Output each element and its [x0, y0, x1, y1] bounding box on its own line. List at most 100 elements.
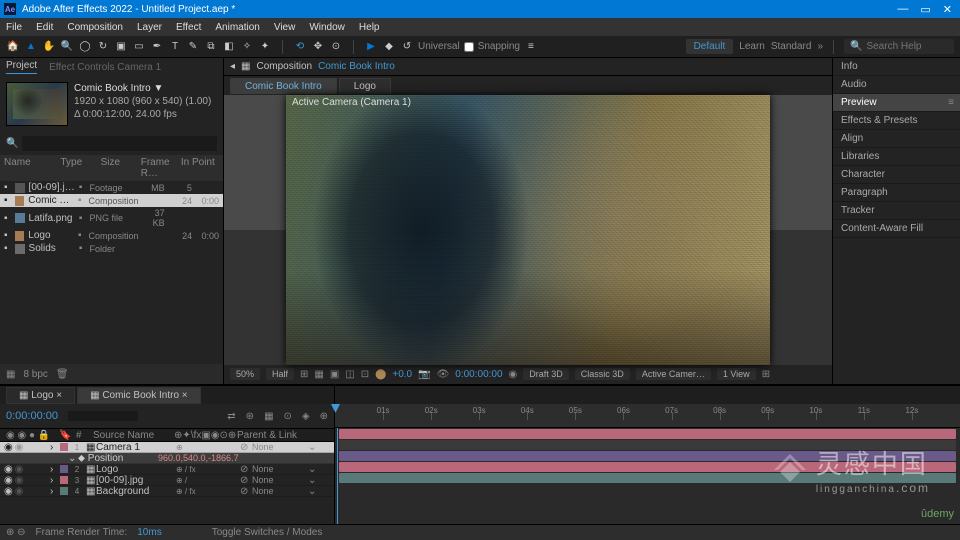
tab-project[interactable]: Project — [6, 60, 37, 74]
panel-preview[interactable]: Preview — [833, 94, 960, 112]
panel-audio[interactable]: Audio — [833, 76, 960, 94]
layer-bar[interactable] — [339, 451, 956, 461]
channel-icon[interactable]: ⬤ — [375, 369, 386, 380]
search-box[interactable]: 🔍 — [844, 39, 954, 54]
workspace-standard-button[interactable]: Standard — [771, 41, 812, 52]
project-list[interactable]: ▪[00-09].jpg▪FootageMB5▪Comic B…Intro▪Co… — [0, 181, 223, 364]
timeline-search-input[interactable] — [68, 411, 138, 421]
views-dropdown[interactable]: 1 View — [717, 368, 756, 380]
fast-preview-icon[interactable]: ⊞ — [300, 369, 308, 380]
timeline-tab[interactable]: ▦ Logo × — [6, 387, 75, 404]
project-item[interactable]: ▪Latifa.png▪PNG file37 KB — [0, 207, 223, 229]
panel-libraries[interactable]: Libraries — [833, 148, 960, 166]
project-item[interactable]: ▪Comic B…Intro▪Composition240:00 — [0, 194, 223, 207]
pan-camera-icon[interactable]: ✥ — [311, 40, 325, 54]
tab-effect-controls[interactable]: Effect Controls Camera 1 — [49, 62, 161, 73]
panel-info[interactable]: Info — [833, 58, 960, 76]
view-options-icon[interactable]: ⊞ — [762, 369, 770, 380]
collapse-icon[interactable]: ⊕ ⊖ — [6, 527, 26, 538]
project-col-header[interactable]: Size — [101, 157, 139, 179]
resolution-dropdown[interactable]: Half — [266, 368, 294, 380]
preview-timecode[interactable]: 0:00:00:00 — [455, 369, 502, 380]
panel-align[interactable]: Align — [833, 130, 960, 148]
project-col-header[interactable]: In Point — [181, 157, 219, 179]
grid-icon[interactable]: ⊡ — [361, 369, 369, 380]
delete-icon[interactable]: 🗑 — [56, 369, 69, 380]
tl-frame-blend-icon[interactable]: ▦ — [264, 411, 273, 422]
workspace-more-button[interactable]: » — [817, 41, 823, 52]
orbit-camera-icon[interactable]: ⟲ — [293, 40, 307, 54]
menu-help[interactable]: Help — [359, 22, 380, 33]
renderer-dropdown[interactable]: Classic 3D — [575, 368, 630, 380]
draft3d-icon[interactable]: ◉ — [509, 369, 518, 380]
shape-tool-icon[interactable]: ▭ — [132, 40, 146, 54]
canvas[interactable]: Active Camera (Camera 1) — [286, 95, 770, 365]
project-item[interactable]: ▪[00-09].jpg▪FootageMB5 — [0, 181, 223, 194]
selection-tool-icon[interactable]: ▲ — [24, 40, 38, 54]
menu-layer[interactable]: Layer — [137, 22, 162, 33]
orbit-tool-icon[interactable]: ◯ — [78, 40, 92, 54]
layer-bar[interactable] — [339, 473, 956, 483]
panel-character[interactable]: Character — [833, 166, 960, 184]
project-col-header[interactable]: Type — [60, 157, 98, 179]
project-col-header[interactable]: Frame R… — [141, 157, 179, 179]
col-source-name[interactable]: Source Name — [93, 430, 171, 441]
panel-effects-presets[interactable]: Effects & Presets — [833, 112, 960, 130]
bpc-button[interactable]: 8 bpc — [23, 369, 47, 380]
snapping-checkbox[interactable] — [464, 42, 474, 52]
panel-tracker[interactable]: Tracker — [833, 202, 960, 220]
anchor-tool-icon[interactable]: ▣ — [114, 40, 128, 54]
menu-view[interactable]: View — [274, 22, 296, 33]
menu-composition[interactable]: Composition — [67, 22, 123, 33]
roto-tool-icon[interactable]: ✧ — [240, 40, 254, 54]
menu-edit[interactable]: Edit — [36, 22, 53, 33]
menu-file[interactable]: File — [6, 22, 22, 33]
col-parent-link[interactable]: Parent & Link — [237, 430, 297, 441]
draft3d-dropdown[interactable]: Draft 3D — [523, 368, 569, 380]
panel-content-aware-fill[interactable]: Content-Aware Fill — [833, 220, 960, 238]
tl-motion-blur-icon[interactable]: ⊙ — [284, 411, 292, 422]
camera-dropdown[interactable]: Active Camer… — [636, 368, 711, 380]
rotate-tool-icon[interactable]: ↻ — [96, 40, 110, 54]
timeline-timecode[interactable]: 0:00:00:00 — [6, 410, 58, 422]
comp-tab[interactable]: Logo — [339, 78, 391, 94]
eraser-tool-icon[interactable]: ◧ — [222, 40, 236, 54]
playhead-line[interactable] — [337, 428, 338, 534]
dolly-camera-icon[interactable]: ⊙ — [329, 40, 343, 54]
mask-toggle-icon[interactable]: ▣ — [330, 369, 339, 380]
layer-bar[interactable] — [339, 429, 956, 439]
workspace-default-button[interactable]: Default — [686, 39, 734, 54]
panel-paragraph[interactable]: Paragraph — [833, 184, 960, 202]
brush-tool-icon[interactable]: ✎ — [186, 40, 200, 54]
restore-button[interactable]: ▭ — [920, 3, 930, 16]
tl-graph-icon[interactable]: ⇄ — [227, 411, 235, 422]
project-col-header[interactable]: Name — [4, 157, 58, 179]
transparency-grid-icon[interactable]: ▦ — [314, 369, 323, 380]
close-button[interactable]: ✕ — [943, 3, 952, 16]
minimize-button[interactable]: — — [897, 3, 908, 16]
exposure-value[interactable]: +0.0 — [392, 369, 412, 380]
comp-dropdown-icon[interactable]: ▼ — [153, 83, 163, 94]
local-axis-icon[interactable]: ▶ — [364, 40, 378, 54]
snapshot-icon[interactable]: 📷 — [418, 369, 430, 380]
composition-viewer[interactable]: Active Camera (Camera 1) — [224, 95, 832, 365]
home-icon[interactable]: 🏠 — [6, 40, 20, 54]
layer-row[interactable]: ◉ ◉›2▦Logo⊕ / fx⊘None⌄ — [0, 464, 334, 475]
interpret-footage-icon[interactable]: ▦ — [6, 369, 15, 380]
zoom-dropdown[interactable]: 50% — [230, 368, 260, 380]
comp-tab[interactable]: Comic Book Intro — [230, 78, 337, 94]
timeline-tracks[interactable]: ▸ — [335, 428, 960, 534]
axis-mode-icon[interactable]: ◆ — [382, 40, 396, 54]
timeline-tab[interactable]: ▦ Comic Book Intro × — [77, 387, 201, 404]
puppet-tool-icon[interactable]: ✦ — [258, 40, 272, 54]
nav-back-icon[interactable]: ◂ — [230, 61, 235, 72]
region-icon[interactable]: ◫ — [345, 369, 354, 380]
layer-property-row[interactable]: ⌄⬥ Position960.0,540.0,-1866.7 — [0, 453, 334, 464]
toggle-switches-button[interactable]: Toggle Switches / Modes — [212, 527, 323, 538]
layer-row[interactable]: ◉ ◉›1▦Camera 1⊕ ⊘None⌄ — [0, 442, 334, 453]
rotobezier-icon[interactable]: ↺ — [400, 40, 414, 54]
zoom-tool-icon[interactable]: 🔍 — [60, 40, 74, 54]
composition-crumb-name[interactable]: Comic Book Intro — [318, 61, 395, 72]
snapping-opts-icon[interactable]: ≡ — [524, 40, 538, 54]
menu-effect[interactable]: Effect — [176, 22, 201, 33]
